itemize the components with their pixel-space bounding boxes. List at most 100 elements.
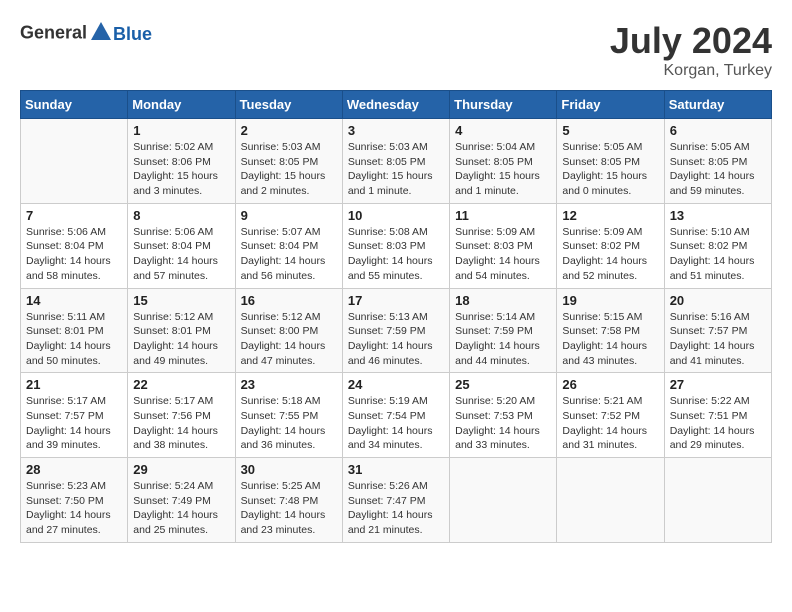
calendar-cell: 15 Sunrise: 5:12 AMSunset: 8:01 PMDayligh… [128,288,235,373]
logo-icon [89,20,113,44]
day-number: 28 [26,462,122,477]
day-number: 6 [670,123,766,138]
calendar-cell: 30 Sunrise: 5:25 AMSunset: 7:48 PMDayligh… [235,458,342,543]
weekday-header: Saturday [664,91,771,119]
month-title: July 2024 [610,20,772,62]
day-detail: Sunrise: 5:07 AMSunset: 8:04 PMDaylight:… [241,225,337,284]
day-number: 17 [348,293,444,308]
calendar-cell: 19 Sunrise: 5:15 AMSunset: 7:58 PMDayligh… [557,288,664,373]
calendar-cell: 9 Sunrise: 5:07 AMSunset: 8:04 PMDaylight… [235,203,342,288]
calendar-cell: 8 Sunrise: 5:06 AMSunset: 8:04 PMDaylight… [128,203,235,288]
day-number: 15 [133,293,229,308]
day-detail: Sunrise: 5:17 AMSunset: 7:57 PMDaylight:… [26,394,122,453]
calendar-week-row: 1 Sunrise: 5:02 AMSunset: 8:06 PMDaylight… [21,119,772,204]
calendar-cell [557,458,664,543]
calendar-cell: 10Sunrise: 5:08 AMSunset: 8:03 PMDayligh… [342,203,449,288]
weekday-header-row: SundayMondayTuesdayWednesdayThursdayFrid… [21,91,772,119]
calendar-week-row: 7 Sunrise: 5:06 AMSunset: 8:04 PMDaylight… [21,203,772,288]
weekday-header: Monday [128,91,235,119]
day-number: 4 [455,123,551,138]
calendar-week-row: 14Sunrise: 5:11 AMSunset: 8:01 PMDayligh… [21,288,772,373]
calendar-cell: 17 Sunrise: 5:13 AMSunset: 7:59 PMDayligh… [342,288,449,373]
day-number: 31 [348,462,444,477]
day-number: 13 [670,208,766,223]
day-detail: Sunrise: 5:03 AMSunset: 8:05 PMDaylight:… [348,140,444,199]
day-number: 29 [133,462,229,477]
day-detail: Sunrise: 5:09 AMSunset: 8:02 PMDaylight:… [562,225,658,284]
day-detail: Sunrise: 5:21 AMSunset: 7:52 PMDaylight:… [562,394,658,453]
calendar-table: SundayMondayTuesdayWednesdayThursdayFrid… [20,90,772,543]
day-detail: Sunrise: 5:08 AMSunset: 8:03 PMDaylight:… [348,225,444,284]
calendar-cell: 27Sunrise: 5:22 AMSunset: 7:51 PMDayligh… [664,373,771,458]
weekday-header: Sunday [21,91,128,119]
calendar-cell: 12 Sunrise: 5:09 AMSunset: 8:02 PMDayligh… [557,203,664,288]
calendar-week-row: 28 Sunrise: 5:23 AMSunset: 7:50 PMDayligh… [21,458,772,543]
day-detail: Sunrise: 5:12 AMSunset: 8:00 PMDaylight:… [241,310,337,369]
calendar-cell: 16 Sunrise: 5:12 AMSunset: 8:00 PMDayligh… [235,288,342,373]
calendar-cell: 31 Sunrise: 5:26 AMSunset: 7:47 PMDayligh… [342,458,449,543]
day-detail: Sunrise: 5:24 AMSunset: 7:49 PMDaylight:… [133,479,229,538]
day-number: 1 [133,123,229,138]
day-number: 14 [26,293,122,308]
weekday-header: Tuesday [235,91,342,119]
day-number: 3 [348,123,444,138]
calendar-cell [21,119,128,204]
calendar-cell: 22 Sunrise: 5:17 AMSunset: 7:56 PMDayligh… [128,373,235,458]
calendar-cell: 13 Sunrise: 5:10 AMSunset: 8:02 PMDayligh… [664,203,771,288]
weekday-header: Thursday [450,91,557,119]
day-number: 30 [241,462,337,477]
day-detail: Sunrise: 5:05 AMSunset: 8:05 PMDaylight:… [562,140,658,199]
calendar-cell: 6 Sunrise: 5:05 AMSunset: 8:05 PMDaylight… [664,119,771,204]
day-detail: Sunrise: 5:15 AMSunset: 7:58 PMDaylight:… [562,310,658,369]
day-detail: Sunrise: 5:16 AMSunset: 7:57 PMDaylight:… [670,310,766,369]
page-header: General Blue July 2024 Korgan, Turkey [20,20,772,80]
day-detail: Sunrise: 5:20 AMSunset: 7:53 PMDaylight:… [455,394,551,453]
day-number: 9 [241,208,337,223]
day-detail: Sunrise: 5:04 AMSunset: 8:05 PMDaylight:… [455,140,551,199]
day-number: 7 [26,208,122,223]
calendar-cell: 2Sunrise: 5:03 AMSunset: 8:05 PMDaylight… [235,119,342,204]
day-number: 26 [562,377,658,392]
calendar-cell: 3 Sunrise: 5:03 AMSunset: 8:05 PMDaylight… [342,119,449,204]
day-detail: Sunrise: 5:18 AMSunset: 7:55 PMDaylight:… [241,394,337,453]
day-number: 24 [348,377,444,392]
day-detail: Sunrise: 5:03 AMSunset: 8:05 PMDaylight:… [241,140,337,199]
day-detail: Sunrise: 5:17 AMSunset: 7:56 PMDaylight:… [133,394,229,453]
day-detail: Sunrise: 5:23 AMSunset: 7:50 PMDaylight:… [26,479,122,538]
day-detail: Sunrise: 5:12 AMSunset: 8:01 PMDaylight:… [133,310,229,369]
calendar-cell: 7 Sunrise: 5:06 AMSunset: 8:04 PMDaylight… [21,203,128,288]
day-number: 8 [133,208,229,223]
calendar-cell: 5Sunrise: 5:05 AMSunset: 8:05 PMDaylight… [557,119,664,204]
day-detail: Sunrise: 5:13 AMSunset: 7:59 PMDaylight:… [348,310,444,369]
day-detail: Sunrise: 5:05 AMSunset: 8:05 PMDaylight:… [670,140,766,199]
day-number: 25 [455,377,551,392]
day-number: 27 [670,377,766,392]
calendar-cell: 11 Sunrise: 5:09 AMSunset: 8:03 PMDayligh… [450,203,557,288]
calendar-cell: 14Sunrise: 5:11 AMSunset: 8:01 PMDayligh… [21,288,128,373]
day-number: 12 [562,208,658,223]
day-detail: Sunrise: 5:06 AMSunset: 8:04 PMDaylight:… [133,225,229,284]
calendar-cell: 26 Sunrise: 5:21 AMSunset: 7:52 PMDayligh… [557,373,664,458]
title-block: July 2024 Korgan, Turkey [610,20,772,80]
day-detail: Sunrise: 5:14 AMSunset: 7:59 PMDaylight:… [455,310,551,369]
calendar-cell [450,458,557,543]
day-detail: Sunrise: 5:19 AMSunset: 7:54 PMDaylight:… [348,394,444,453]
calendar-cell: 29 Sunrise: 5:24 AMSunset: 7:49 PMDayligh… [128,458,235,543]
day-number: 22 [133,377,229,392]
day-detail: Sunrise: 5:09 AMSunset: 8:03 PMDaylight:… [455,225,551,284]
calendar-cell [664,458,771,543]
logo-general: General [20,23,87,43]
day-number: 20 [670,293,766,308]
day-detail: Sunrise: 5:26 AMSunset: 7:47 PMDaylight:… [348,479,444,538]
day-number: 19 [562,293,658,308]
day-number: 11 [455,208,551,223]
day-detail: Sunrise: 5:06 AMSunset: 8:04 PMDaylight:… [26,225,122,284]
day-detail: Sunrise: 5:02 AMSunset: 8:06 PMDaylight:… [133,140,229,199]
calendar-week-row: 21Sunrise: 5:17 AMSunset: 7:57 PMDayligh… [21,373,772,458]
day-number: 16 [241,293,337,308]
weekday-header: Friday [557,91,664,119]
day-detail: Sunrise: 5:25 AMSunset: 7:48 PMDaylight:… [241,479,337,538]
calendar-cell: 25 Sunrise: 5:20 AMSunset: 7:53 PMDayligh… [450,373,557,458]
day-detail: Sunrise: 5:10 AMSunset: 8:02 PMDaylight:… [670,225,766,284]
calendar-cell: 23Sunrise: 5:18 AMSunset: 7:55 PMDayligh… [235,373,342,458]
